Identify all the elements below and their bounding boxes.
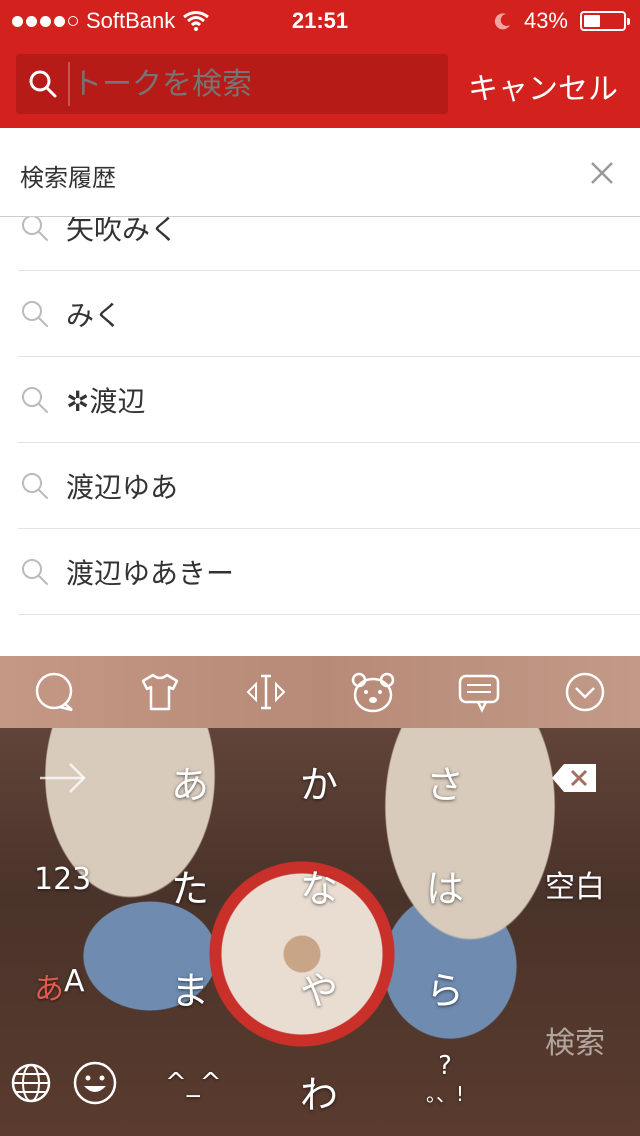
- key-ma[interactable]: ま: [150, 960, 230, 1015]
- close-icon[interactable]: [590, 161, 614, 185]
- bear-face-icon[interactable]: [350, 670, 396, 714]
- key-sa[interactable]: さ: [405, 754, 485, 809]
- search-icon: [22, 558, 48, 585]
- status-right: 43%: [494, 8, 630, 34]
- history-item-label: ✲渡辺: [66, 384, 146, 418]
- status-bar: SoftBank 21:51 43%: [0, 0, 640, 40]
- cursor-move-icon[interactable]: [244, 670, 288, 714]
- chevron-down-icon[interactable]: [563, 670, 607, 714]
- history-item[interactable]: 矢吹みく: [18, 217, 640, 271]
- key-ya[interactable]: や: [279, 960, 359, 1015]
- punct-bottom-label: 。、!: [425, 1082, 465, 1106]
- search-box[interactable]: [16, 54, 448, 114]
- punct-top-label: ?: [438, 1051, 452, 1081]
- key-a[interactable]: あ: [150, 754, 230, 809]
- key-ha[interactable]: は: [405, 858, 485, 913]
- mode-alpha-label: A: [64, 964, 85, 999]
- speech-bubble-icon[interactable]: [32, 670, 76, 714]
- backspace-icon[interactable]: [550, 762, 598, 794]
- moon-icon: [494, 13, 510, 30]
- battery-level: [584, 15, 601, 27]
- search-icon: [22, 300, 48, 327]
- key-punctuation[interactable]: ? 。、!: [415, 1052, 475, 1108]
- search-icon: [22, 217, 48, 241]
- globe-icon[interactable]: [10, 1062, 52, 1104]
- key-ta[interactable]: た: [150, 858, 230, 913]
- battery-percent: 43%: [523, 8, 568, 33]
- history-title: 検索履歴: [20, 164, 116, 192]
- arrow-right-icon[interactable]: [38, 760, 88, 796]
- history-item-label: 渡辺ゆあきー: [66, 556, 235, 590]
- search-icon: [22, 472, 48, 499]
- history-item[interactable]: ✲渡辺: [18, 357, 640, 443]
- search-icon: [29, 70, 57, 98]
- key-search[interactable]: 検索: [545, 1018, 605, 1062]
- message-icon[interactable]: [456, 670, 502, 714]
- smiley-icon[interactable]: [72, 1060, 118, 1106]
- history-item-label: 渡辺ゆあ: [66, 470, 179, 504]
- history-item-label: 矢吹みく: [66, 217, 179, 246]
- keyboard-toolbar: [0, 656, 640, 728]
- key-emoticon[interactable]: ^_^: [165, 1068, 222, 1098]
- history-item[interactable]: 渡辺ゆあきー: [18, 529, 640, 615]
- history-item[interactable]: 渡辺ゆあ: [18, 443, 640, 529]
- key-input-mode[interactable]: あ A: [34, 964, 85, 1008]
- mode-hiragana-label: あ: [34, 972, 64, 1007]
- search-icon: [22, 386, 48, 413]
- key-wa[interactable]: わ: [279, 1064, 359, 1119]
- cancel-button[interactable]: キャンセル: [468, 64, 618, 108]
- key-na[interactable]: な: [279, 858, 359, 913]
- history-item-label: みく: [66, 298, 123, 332]
- history-list: 矢吹みく みく ✲渡辺 渡辺ゆあ 渡辺ゆあきー: [0, 217, 640, 655]
- battery-icon: [580, 11, 630, 31]
- search-input[interactable]: [68, 62, 434, 106]
- tshirt-icon[interactable]: [138, 670, 182, 714]
- history-item[interactable]: みく: [18, 271, 640, 357]
- key-ra[interactable]: ら: [405, 960, 485, 1015]
- history-header: 検索履歴: [0, 128, 640, 217]
- key-space[interactable]: 空白: [545, 862, 605, 906]
- search-header: キャンセル: [0, 40, 640, 128]
- key-numbers[interactable]: 123: [34, 862, 91, 897]
- key-ka[interactable]: か: [279, 754, 359, 809]
- keyboard: あ か さ 123 た な は 空白 あ A ま や ら 検索 ^_^ わ ? …: [0, 656, 640, 1136]
